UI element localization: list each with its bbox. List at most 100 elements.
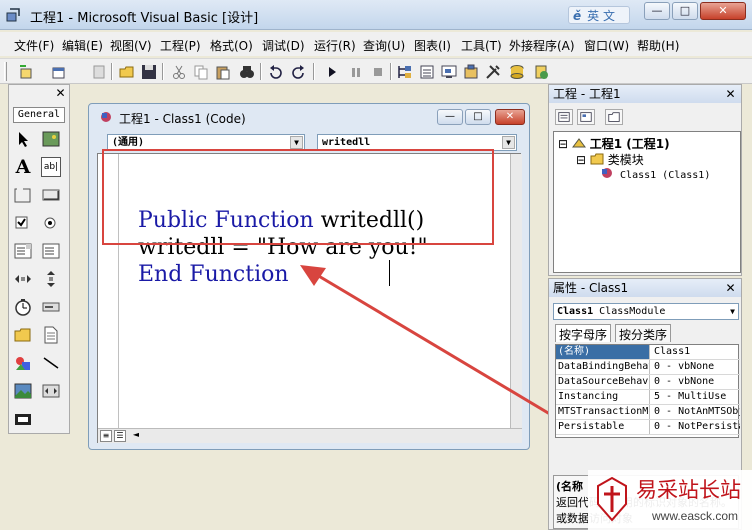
vertical-scrollbar[interactable]	[510, 154, 522, 428]
property-value[interactable]: 0 - NotAnMTSObject	[652, 405, 740, 419]
maximize-button[interactable]: □	[672, 2, 698, 20]
tree-node-class1[interactable]: Class1 (Class1)	[600, 167, 710, 181]
tree-expander[interactable]: ⊟	[576, 153, 586, 167]
frame-tool-icon[interactable]	[13, 185, 33, 205]
copy-icon[interactable]	[192, 63, 210, 81]
procedure-view-icon[interactable]: ≡	[100, 430, 112, 442]
data-tool-icon[interactable]	[41, 381, 61, 401]
view-object-icon[interactable]	[577, 109, 595, 125]
menu-addins[interactable]: 外接程序(A)	[509, 37, 575, 54]
component-manager-icon[interactable]	[532, 63, 550, 81]
menu-run[interactable]: 运行(R)	[314, 37, 356, 54]
listbox-tool-icon[interactable]	[41, 241, 61, 261]
data-view-icon[interactable]	[508, 63, 526, 81]
toolbox-general-tab[interactable]: General	[13, 107, 65, 123]
checkbox-tool-icon[interactable]	[13, 213, 33, 233]
table-row[interactable]: MTSTransactionMode0 - NotAnMTSObject	[556, 405, 740, 420]
chevron-down-icon[interactable]: ▼	[502, 136, 515, 149]
table-row[interactable]: Instancing 5 - MultiUse	[556, 390, 740, 405]
menu-format[interactable]: 格式(O)	[210, 37, 253, 54]
textbox-tool-icon[interactable]: ab|	[41, 157, 61, 177]
dirlistbox-tool-icon[interactable]	[13, 325, 33, 345]
commandbutton-tool-icon[interactable]	[41, 185, 61, 205]
table-row[interactable]: DataBindingBehavior0 - vbNone	[556, 360, 740, 375]
menu-window[interactable]: 窗口(W)	[584, 37, 629, 54]
properties-window-icon[interactable]	[418, 63, 436, 81]
menu-file[interactable]: 文件(F)	[14, 37, 54, 54]
run-icon[interactable]	[323, 63, 341, 81]
chevron-down-icon[interactable]: ▼	[290, 136, 303, 149]
toolbar-grip[interactable]	[4, 62, 7, 81]
add-form-icon[interactable]	[50, 63, 68, 81]
filelistbox-tool-icon[interactable]	[41, 325, 61, 345]
project-explorer-icon[interactable]	[396, 63, 414, 81]
add-project-icon[interactable]	[18, 63, 36, 81]
tree-expander[interactable]: ⊟	[558, 137, 568, 151]
menu-tools[interactable]: 工具(T)	[461, 37, 502, 54]
tree-node-class-modules[interactable]: ⊟ 类模块	[576, 151, 644, 168]
vscrollbar-tool-icon[interactable]	[41, 269, 61, 289]
code-close-button[interactable]: ✕	[495, 109, 525, 125]
menu-view[interactable]: 视图(V)	[110, 37, 152, 54]
horizontal-scrollbar[interactable]: ≡ ☰ ◄	[98, 428, 522, 443]
menu-project[interactable]: 工程(P)	[160, 37, 201, 54]
toolbox-tools-icon[interactable]	[484, 63, 502, 81]
picturebox-tool-icon[interactable]	[41, 129, 61, 149]
shape-tool-icon[interactable]	[13, 353, 33, 373]
table-row[interactable]: (名称) Class1	[556, 345, 740, 360]
drivelistbox-tool-icon[interactable]	[41, 297, 61, 317]
property-value[interactable]: 0 - vbNone	[652, 360, 740, 374]
table-row[interactable]: Persistable0 - NotPersistable	[556, 420, 740, 435]
cut-icon[interactable]	[170, 63, 188, 81]
property-value[interactable]: Class1	[652, 345, 740, 359]
menu-diagram[interactable]: 图表(I)	[414, 37, 451, 54]
open-project-icon[interactable]	[118, 63, 136, 81]
optionbutton-tool-icon[interactable]	[41, 213, 61, 233]
tree-node-project[interactable]: ⊟ 工程1 (工程1)	[558, 135, 670, 152]
line-tool-icon[interactable]	[41, 353, 61, 373]
undo-icon[interactable]	[267, 63, 285, 81]
code-minimize-button[interactable]: —	[437, 109, 463, 125]
stop-icon[interactable]	[369, 63, 387, 81]
close-button[interactable]: ✕	[700, 2, 746, 20]
label-tool-icon[interactable]: A	[13, 157, 33, 177]
property-value[interactable]: 0 - vbNone	[652, 375, 740, 389]
view-code-icon[interactable]	[555, 109, 573, 125]
ime-indicator[interactable]: ě英 文	[568, 6, 630, 24]
paste-icon[interactable]	[214, 63, 232, 81]
combobox-tool-icon[interactable]	[13, 241, 33, 261]
pointer-tool-icon[interactable]	[13, 129, 33, 149]
pause-icon[interactable]	[347, 63, 365, 81]
vb-app-icon[interactable]	[6, 7, 22, 23]
timer-tool-icon[interactable]	[13, 297, 33, 317]
tab-categorized[interactable]: 按分类序	[615, 324, 672, 342]
redo-icon[interactable]	[289, 63, 307, 81]
image-tool-icon[interactable]	[13, 381, 33, 401]
menu-editor-icon[interactable]	[90, 63, 108, 81]
code-maximize-button[interactable]: □	[465, 109, 491, 125]
code-line[interactable]: End Function	[138, 262, 289, 287]
menu-help[interactable]: 帮助(H)	[637, 37, 679, 54]
menu-query[interactable]: 查询(U)	[363, 37, 405, 54]
property-value[interactable]: 5 - MultiUse	[652, 390, 740, 404]
property-value[interactable]: 0 - NotPersistable	[652, 420, 740, 434]
ole-tool-icon[interactable]	[13, 409, 33, 429]
menu-debug[interactable]: 调试(D)	[262, 37, 305, 54]
find-icon[interactable]	[238, 63, 256, 81]
properties-object-combo[interactable]: Class1 ClassModule ▼	[553, 303, 739, 320]
form-layout-icon[interactable]	[440, 63, 458, 81]
object-browser-icon[interactable]	[462, 63, 480, 81]
minimize-button[interactable]: —	[644, 2, 670, 20]
save-project-icon[interactable]	[140, 63, 158, 81]
tab-alphabetic[interactable]: 按字母序	[555, 324, 612, 342]
properties-panel-close-button[interactable]: ✕	[723, 281, 738, 295]
chevron-down-icon[interactable]: ▼	[730, 304, 735, 319]
menu-edit[interactable]: 编辑(E)	[62, 37, 103, 54]
toggle-folders-icon[interactable]	[605, 109, 623, 125]
scroll-left-icon[interactable]: ◄	[130, 430, 142, 442]
table-row[interactable]: DataSourceBehavior0 - vbNone	[556, 375, 740, 390]
hscrollbar-tool-icon[interactable]	[13, 269, 33, 289]
toolbox-close-button[interactable]: ✕	[53, 86, 68, 100]
full-module-view-icon[interactable]: ☰	[114, 430, 126, 442]
project-panel-close-button[interactable]: ✕	[723, 87, 738, 101]
